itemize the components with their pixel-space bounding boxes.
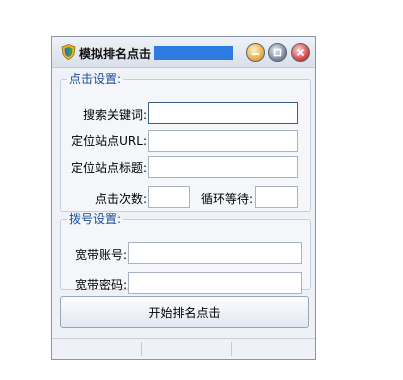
- keyword-input[interactable]: [148, 102, 298, 124]
- site-title-label: 定位站点标题:: [70, 161, 147, 175]
- keyword-label: 搜索关键词:: [82, 108, 147, 122]
- click-count-label: 点击次数:: [94, 192, 147, 206]
- start-click-button[interactable]: 开始排名点击: [60, 296, 309, 328]
- minimize-button[interactable]: [246, 43, 265, 62]
- shield-icon: [61, 44, 76, 60]
- maximize-button[interactable]: [268, 43, 287, 62]
- account-label: 宽带账号:: [74, 248, 127, 262]
- dial-settings-group: 拨号设置: 宽带账号: 宽带密码:: [60, 212, 311, 294]
- click-settings-legend: 点击设置:: [69, 72, 122, 86]
- window-title: 模拟排名点击: [79, 47, 152, 61]
- dial-settings-legend: 拨号设置:: [69, 212, 122, 226]
- close-button[interactable]: [291, 43, 310, 62]
- minimize-icon: [252, 53, 259, 55]
- loop-wait-input[interactable]: [255, 186, 298, 208]
- click-count-input[interactable]: [148, 186, 190, 208]
- password-label: 宽带密码:: [74, 278, 127, 292]
- main-window: 模拟排名点击 点击设置: 搜索关键词: 定位站点URL: 定位站点标题: 点击次…: [51, 36, 316, 360]
- site-url-input[interactable]: [148, 130, 298, 152]
- loop-wait-label: 循环等待:: [200, 192, 253, 206]
- status-bar: [52, 338, 315, 359]
- close-icon: [296, 48, 305, 57]
- password-input[interactable]: [128, 272, 302, 294]
- click-settings-group: 点击设置: 搜索关键词: 定位站点URL: 定位站点标题: 点击次数: 循环等待…: [60, 72, 311, 212]
- account-input[interactable]: [128, 242, 302, 264]
- status-separator: [141, 342, 142, 356]
- title-selection-highlight: [154, 46, 233, 60]
- title-bar[interactable]: 模拟排名点击: [52, 37, 315, 68]
- status-separator: [231, 342, 232, 356]
- site-title-input[interactable]: [148, 156, 298, 178]
- site-url-label: 定位站点URL:: [71, 134, 147, 148]
- maximize-icon: [273, 48, 282, 57]
